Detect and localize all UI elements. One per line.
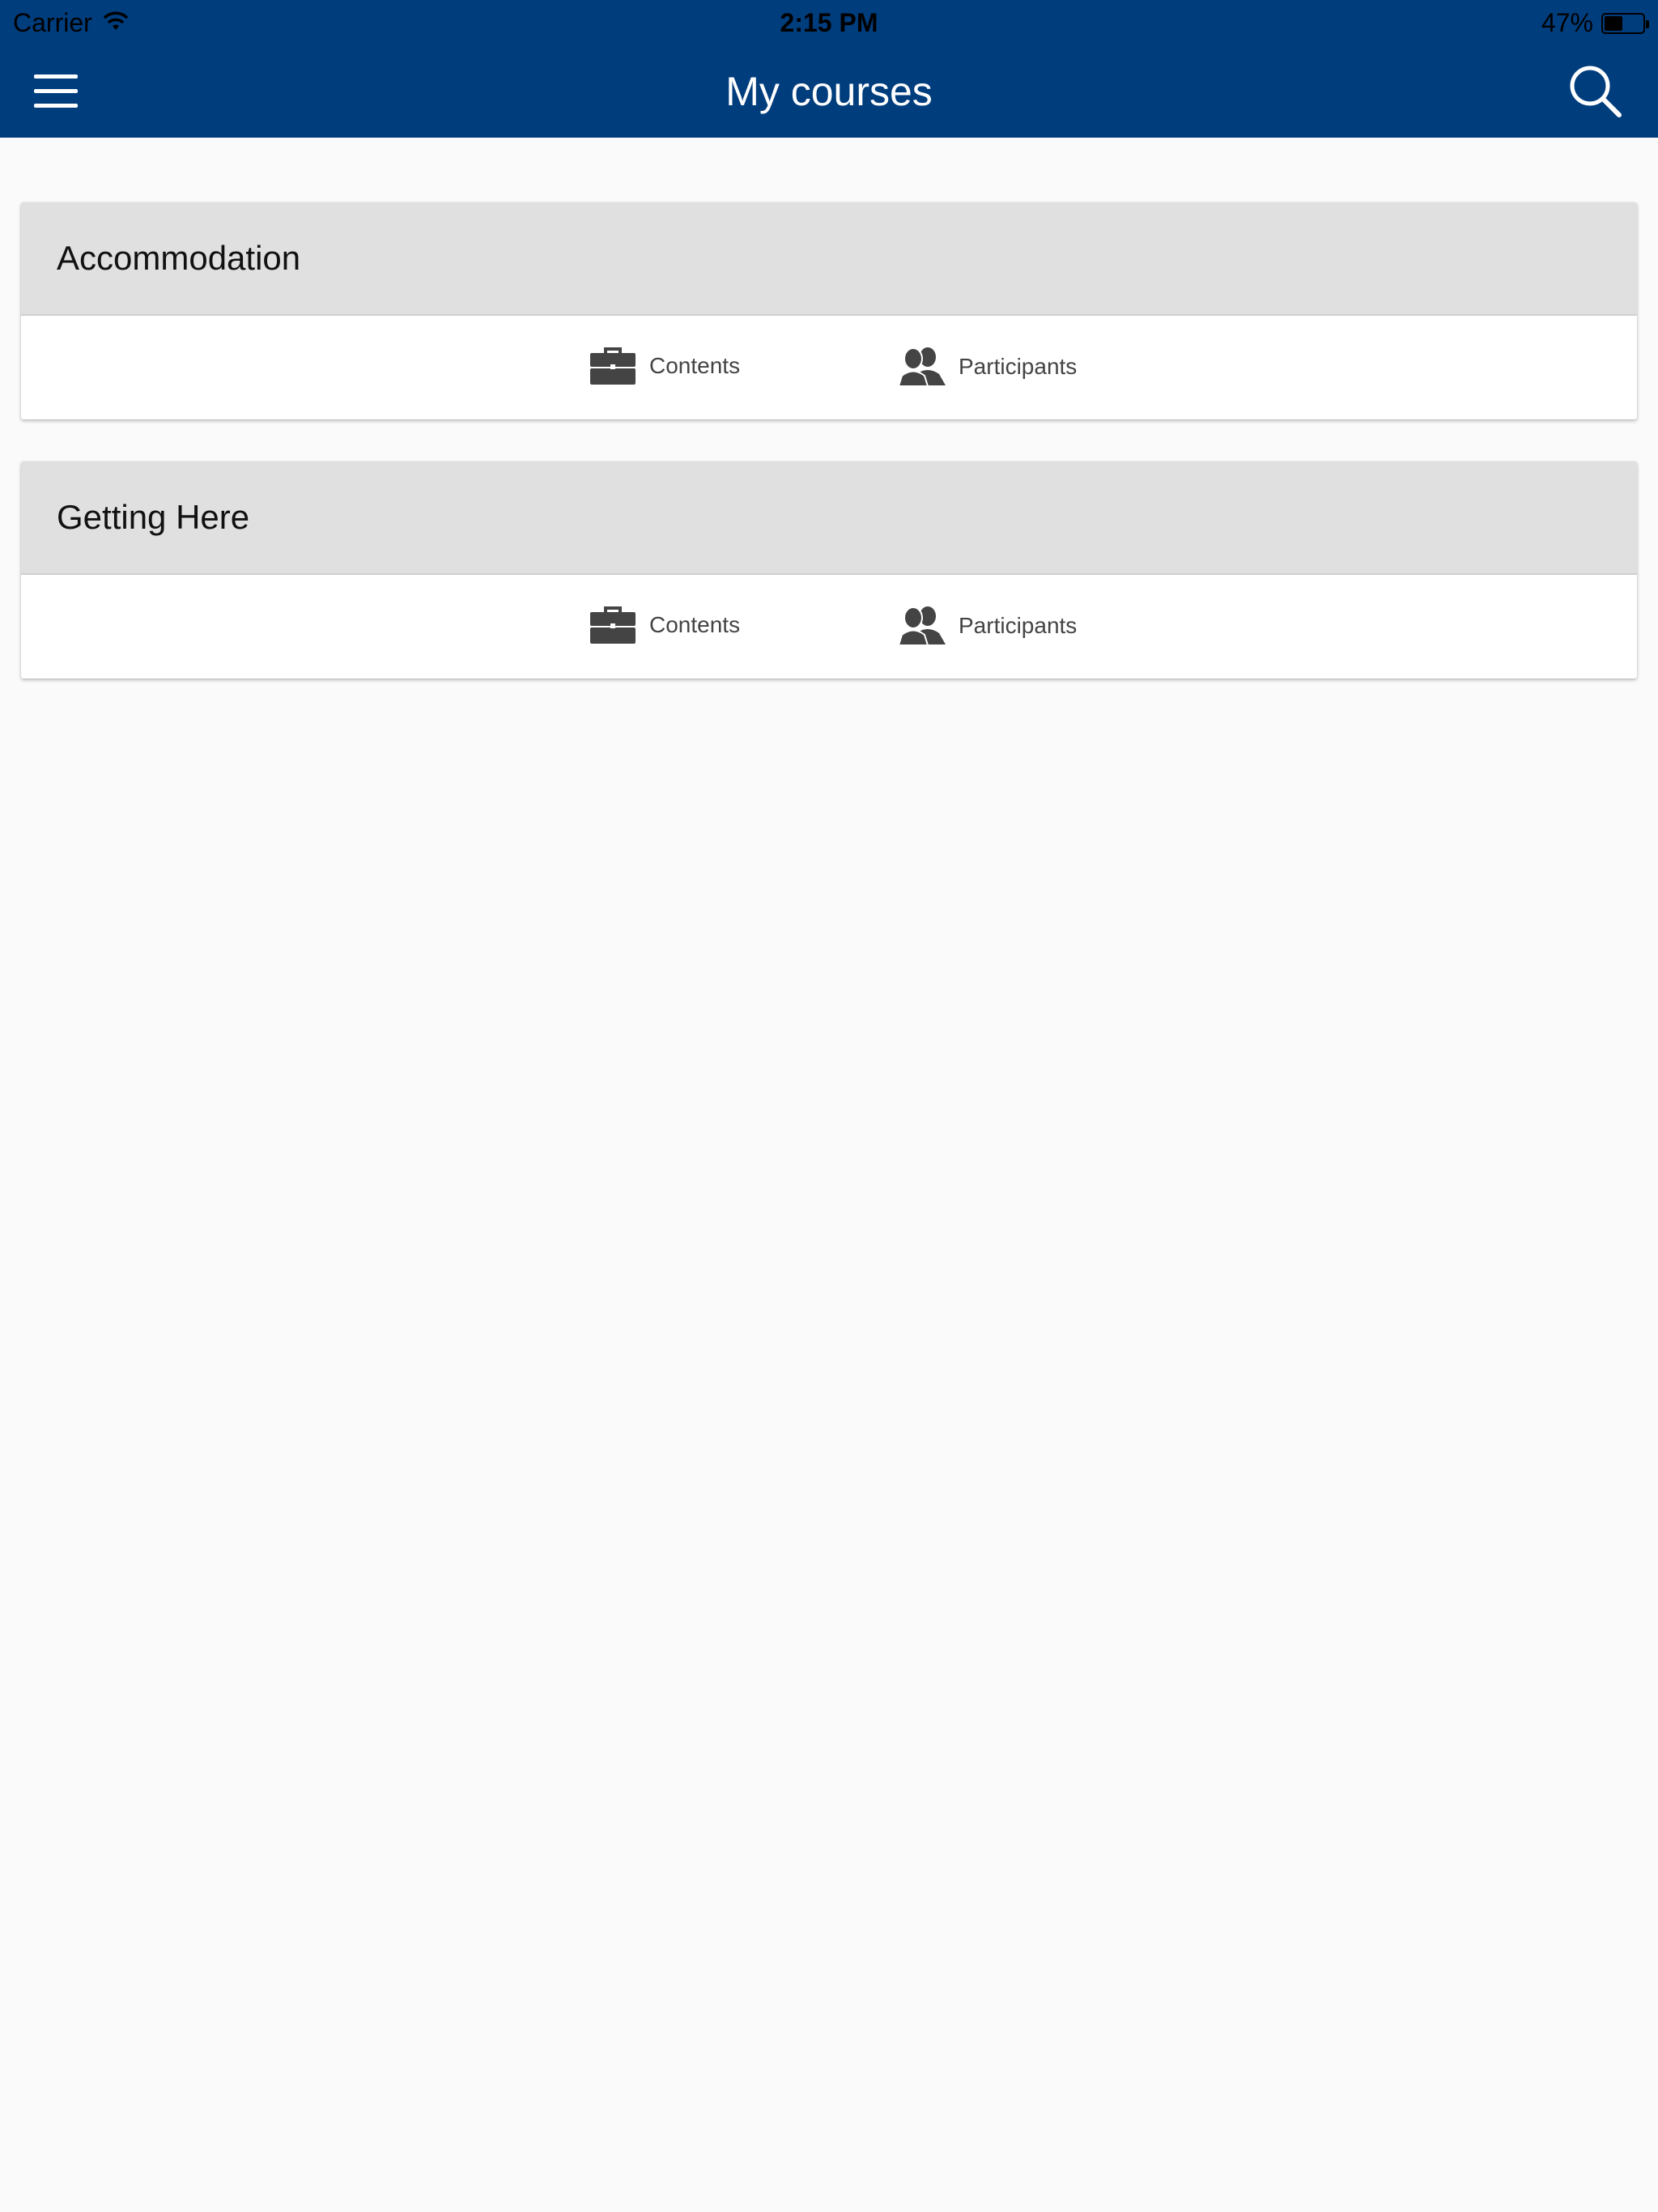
status-battery: 47% xyxy=(1541,8,1649,38)
course-title: Accommodation xyxy=(57,239,301,277)
search-icon xyxy=(1570,66,1622,117)
participants-label: Participants xyxy=(959,613,1078,638)
contents-label: Contents xyxy=(649,612,741,637)
contents-label: Contents xyxy=(649,353,741,378)
course-header[interactable]: Accommodation xyxy=(21,202,1637,316)
course-title: Getting Here xyxy=(57,498,250,536)
course-actions: Contents Participants xyxy=(21,316,1637,419)
page-title: My courses xyxy=(725,69,933,114)
course-header[interactable]: Getting Here xyxy=(21,462,1637,575)
briefcase-icon xyxy=(590,347,636,385)
nav-bar: My courses xyxy=(0,45,1658,138)
contents-button[interactable]: Contents xyxy=(589,606,740,644)
status-time: 2:15 PM xyxy=(780,8,878,37)
course-card: Getting Here Contents Participants xyxy=(21,462,1637,678)
users-icon xyxy=(899,347,946,387)
battery-percent: 47% xyxy=(1541,8,1593,37)
contents-button[interactable]: Contents xyxy=(589,347,740,385)
course-card: Accommodation Contents Participants xyxy=(21,202,1637,419)
participants-button[interactable]: Participants xyxy=(899,347,1077,387)
participants-button[interactable]: Participants xyxy=(899,606,1077,646)
status-bar: Carrier 2:15 PM 47% xyxy=(0,0,1658,45)
course-actions: Contents Participants xyxy=(21,575,1637,678)
battery-level xyxy=(1605,15,1622,31)
users-icon xyxy=(899,606,946,646)
briefcase-icon xyxy=(590,606,636,644)
participants-label: Participants xyxy=(959,354,1078,379)
search-button[interactable] xyxy=(1567,63,1624,120)
battery-icon xyxy=(1601,12,1649,34)
